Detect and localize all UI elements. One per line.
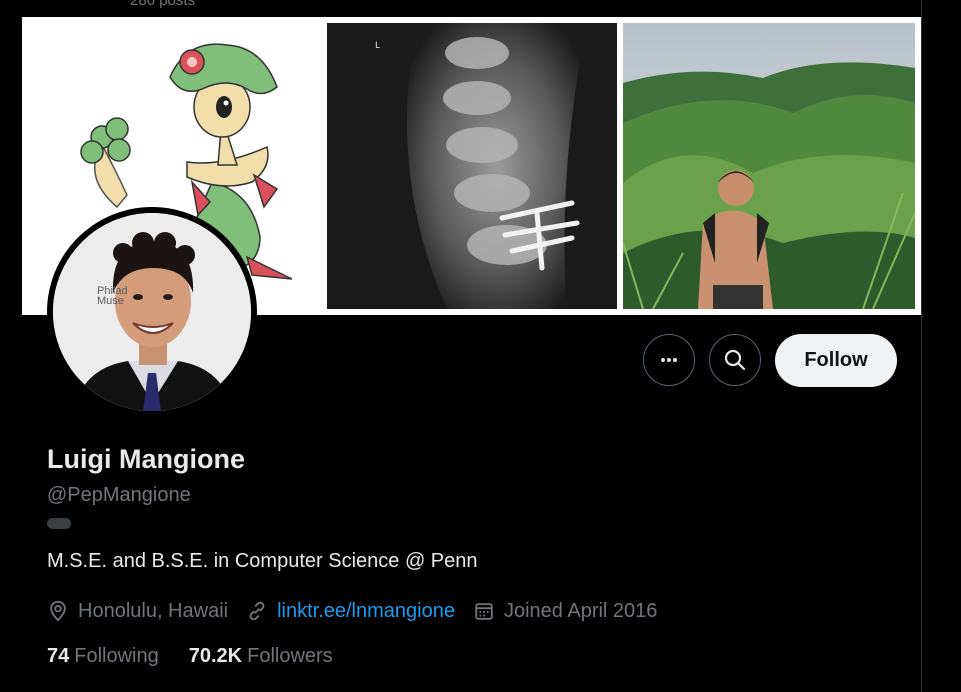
- svg-text:L: L: [375, 41, 380, 51]
- following-stat[interactable]: 74 Following: [47, 645, 159, 668]
- more-button[interactable]: [643, 334, 695, 386]
- post-count: 286 posts: [130, 0, 196, 9]
- profile-stats: 74 Following 70.2K Followers: [47, 645, 363, 668]
- profile-meta: Honolulu, Hawaii linktr.ee/lnmangione Jo…: [47, 596, 675, 626]
- location-item: Honolulu, Hawaii: [47, 600, 228, 623]
- profile-name: Luigi Mangione: [47, 444, 245, 474]
- followers-stat[interactable]: 70.2K Followers: [189, 645, 333, 668]
- followers-label: Followers: [247, 645, 333, 667]
- following-count: 74: [47, 645, 70, 667]
- location-pin-icon: [50, 600, 66, 622]
- joined-text: Joined April 2016: [503, 599, 658, 622]
- banner-image-hiker: [623, 23, 915, 309]
- followers-count: 70.2K: [188, 645, 243, 667]
- link-item[interactable]: linktr.ee/lnmangione: [246, 600, 455, 623]
- location-text: Honolulu, Hawaii: [78, 599, 229, 622]
- profile-column: 286 posts L Philad Muse Follow Luigi Man…: [22, 0, 922, 692]
- banner-image-xray: L: [327, 23, 617, 309]
- profile-link[interactable]: linktr.ee/lnmangione: [277, 600, 455, 623]
- more-horizontal-icon: [661, 358, 677, 362]
- avatar-caption-2: Muse: [97, 295, 124, 307]
- search-button[interactable]: [709, 334, 761, 386]
- follows-you-badge: [47, 518, 71, 529]
- avatar-photo: Philad Muse: [53, 213, 251, 411]
- joined-item: Joined April 2016: [473, 600, 657, 623]
- follow-button[interactable]: Follow: [775, 334, 897, 387]
- profile-handle: @PepMangione: [47, 484, 191, 506]
- calendar-icon: [475, 603, 493, 620]
- following-label: Following: [74, 645, 159, 667]
- search-icon: [724, 349, 746, 371]
- profile-bio: M.S.E. and B.S.E. in Computer Science @ …: [47, 550, 478, 572]
- avatar[interactable]: Philad Muse: [47, 207, 257, 417]
- link-icon: [249, 601, 265, 621]
